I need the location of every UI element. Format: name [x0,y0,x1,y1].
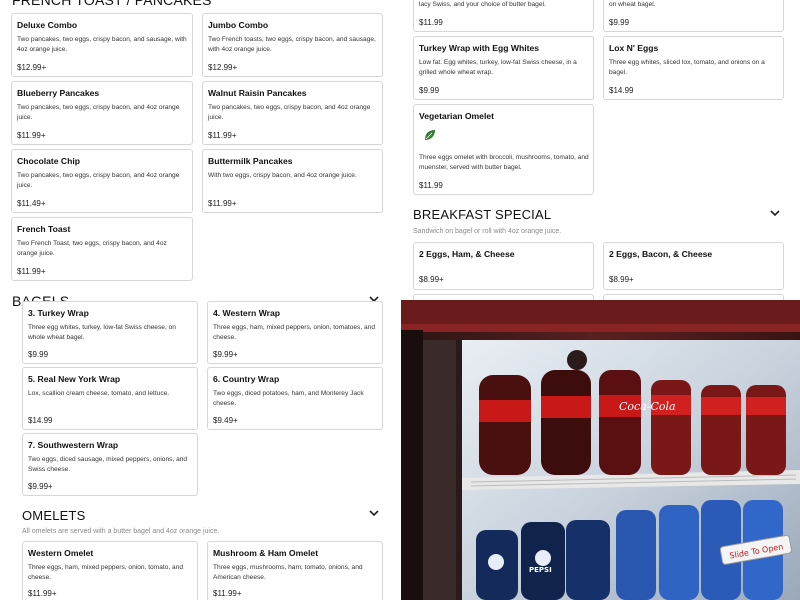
fridge-illustration: Coca-Cola PEPSI Slide To Open [401,300,800,600]
chevron-down-icon[interactable] [769,208,781,218]
menu-item-card[interactable]: 2 Eggs, Ham, & Cheese $8.99+ [413,242,594,290]
menu-item-card[interactable]: Blueberry Pancakes Two pancakes, two egg… [11,81,193,145]
menu-item-card[interactable]: 4. Western Wrap Three eggs, ham, mixed p… [207,301,383,364]
menu-item-price: $12.99+ [17,63,47,72]
menu-item-desc: Two pancakes, two eggs, crispy bacon, an… [17,36,187,53]
menu-item-name: Lox N' Eggs [609,43,659,53]
menu-item-card[interactable]: 7. Southwestern Wrap Two eggs, diced sau… [22,433,198,496]
menu-item-card[interactable]: French Toast Two French Toast, two eggs,… [11,217,193,281]
menu-item-name: Walnut Raisin Pancakes [208,88,307,98]
menu-item-price: $11.49+ [17,199,46,208]
bottle-label: PEPSI [529,566,552,574]
menu-item-desc: With two eggs, crispy bacon, and 4oz ora… [208,172,357,179]
menu-item-price: $9.99+ [213,350,238,359]
menu-item-name: Buttermilk Pancakes [208,156,293,166]
menu-item-card[interactable]: Turkey Wrap with Egg Whites Low fat. Egg… [413,36,594,100]
section-title-omelets: OMELETS [22,508,86,523]
menu-item-card[interactable]: Buttermilk Pancakes With two eggs, crisp… [202,149,383,213]
drink-fridge-photo: Coca-Cola PEPSI Slide To Open [401,300,800,600]
menu-item-desc: Two pancakes, two eggs, crispy bacon, an… [208,104,371,121]
menu-item-card[interactable]: Lox N' Eggs Three egg whites, sliced lox… [603,36,784,100]
menu-item-name: French Toast [17,224,71,234]
section-title-pancakes: FRENCH TOAST / PANCAKES [12,0,212,8]
menu-item-desc: Two French Toast, two eggs, crispy bacon… [17,240,167,257]
menu-pane-bagels: BAGELS 3. Turkey Wrap Three egg whites, … [0,290,395,600]
menu-item-price: $11.99+ [28,589,57,598]
menu-item-card[interactable]: 2 Eggs, Bacon, & Cheese $8.99+ [603,242,784,290]
menu-item-name: 2 Eggs, Bacon, & Cheese [609,249,713,259]
menu-item-name: 3. Turkey Wrap [28,308,89,318]
menu-item-card[interactable]: Western Omelet Three eggs, ham, mixed pe… [22,541,198,600]
menu-item-desc: Two French toasts, two eggs, crispy baco… [208,36,376,53]
menu-item-price: $8.99+ [609,275,634,284]
menu-item-name: Western Omelet [28,548,94,558]
menu-item-name: Deluxe Combo [17,20,78,30]
menu-item-price: $14.99 [28,416,53,425]
menu-item-desc: Two pancakes, two eggs, crispy bacon, an… [17,172,180,189]
menu-item-price: $11.99+ [17,131,46,140]
menu-item-price: $12.99+ [208,63,238,72]
menu-item-name: 5. Real New York Wrap [28,374,121,384]
menu-item-desc: Two eggs, diced potatoes, ham, and Monte… [213,390,364,407]
chevron-down-icon[interactable] [368,508,380,518]
menu-item-name: 4. Western Wrap [213,308,281,318]
section-subtitle: Sandwich on bagel or roll with 4oz orang… [413,228,562,235]
menu-pane-right: lacy Swiss, and your choice of butter ba… [401,0,800,300]
menu-item-desc: lacy Swiss, and your choice of butter ba… [419,1,546,8]
menu-item-price: $8.99+ [419,275,444,284]
menu-item-desc: Three eggs, ham, mixed peppers, onion, t… [28,564,184,581]
menu-item-card[interactable]: 3. Turkey Wrap Three egg whites, turkey,… [22,301,198,364]
menu-item-card[interactable]: Vegetarian Omelet Three eggs omelet with… [413,104,594,195]
menu-item-card[interactable]: Mushroom & Ham Omelet Three eggs, mushro… [207,541,383,600]
menu-item-price: $11.99+ [208,199,237,208]
menu-item-desc: on wheat bagel. [609,1,656,8]
menu-item-desc: Three eggs, mushrooms, ham, tomato, onio… [213,564,363,581]
menu-item-price: $9.99 [28,350,49,359]
menu-item-price: $11.99+ [208,131,237,140]
menu-item-name: 7. Southwestern Wrap [28,440,119,450]
menu-item-desc: Two pancakes, two eggs, crispy bacon, an… [17,104,180,121]
menu-item-card[interactable]: Jumbo Combo Two French toasts, two eggs,… [202,13,383,77]
menu-item-card[interactable]: on wheat bagel. $9.99 [603,0,784,32]
menu-item-price: $14.99 [609,86,634,95]
menu-item-desc: Lox, scallion cream cheese, tomato, and … [28,390,170,397]
menu-item-card[interactable]: Walnut Raisin Pancakes Two pancakes, two… [202,81,383,145]
menu-item-desc: Three eggs, ham, mixed peppers, onion, t… [213,324,376,341]
menu-item-name: Blueberry Pancakes [17,88,100,98]
menu-item-desc: Three egg whites, turkey, low-fat Swiss … [28,324,176,341]
menu-item-name: Vegetarian Omelet [419,111,494,121]
menu-item-card[interactable]: Chocolate Chip Two pancakes, two eggs, c… [11,149,193,213]
menu-item-desc: Three egg whites, sliced lox, tomato, an… [609,59,765,76]
menu-item-price: $9.99 [419,86,440,95]
menu-item-card[interactable]: lacy Swiss, and your choice of butter ba… [413,0,594,32]
menu-item-price: $9.99+ [28,482,53,491]
menu-item-name: 6. Country Wrap [213,374,280,384]
menu-item-price: $11.99+ [213,589,242,598]
menu-item-name: 2 Eggs, Ham, & Cheese [419,249,515,259]
menu-item-card[interactable]: Deluxe Combo Two pancakes, two eggs, cri… [11,13,193,77]
menu-item-name: Mushroom & Ham Omelet [213,548,319,558]
menu-item-desc: Two eggs, diced sausage, mixed peppers, … [28,456,188,473]
menu-item-price: $11.99 [419,181,443,190]
menu-item-name: Chocolate Chip [17,156,81,166]
menu-item-name: Turkey Wrap with Egg Whites [419,43,540,53]
section-subtitle: All omelets are served with a butter bag… [22,528,220,535]
menu-item-price: $11.99 [419,18,443,27]
menu-item-desc: Low fat. Egg whites, turkey, low-fat Swi… [419,59,577,76]
menu-pane-pancakes: FRENCH TOAST / PANCAKES Deluxe Combo Two… [0,0,395,290]
menu-item-card[interactable]: 6. Country Wrap Two eggs, diced potatoes… [207,367,383,430]
leaf-icon [425,130,435,140]
menu-item-desc: Three eggs omelet with broccoli, mushroo… [419,154,589,171]
section-title-breakfast-special: BREAKFAST SPECIAL [413,207,552,222]
menu-item-price: $9.49+ [213,416,238,425]
fridge-brand-text: Coca-Cola [619,400,676,413]
menu-item-price: $11.99+ [17,267,46,276]
menu-item-card[interactable]: 5. Real New York Wrap Lox, scallion crea… [22,367,198,430]
menu-item-price: $9.99 [609,18,630,27]
menu-item-name: Jumbo Combo [208,20,269,30]
